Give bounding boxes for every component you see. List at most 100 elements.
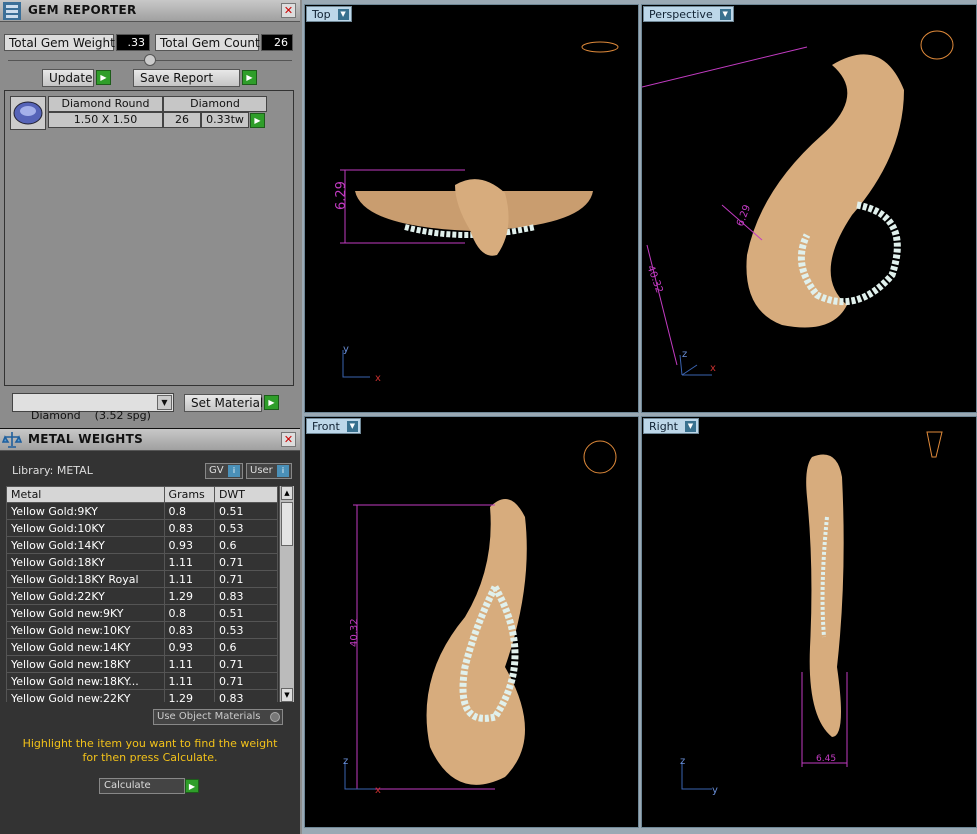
viewport-perspective-label[interactable]: Perspective ▼ [643,6,734,22]
total-gem-count-label: Total Gem Count [155,34,260,51]
scrollbar[interactable]: ▲ ▼ [279,486,294,702]
gem-row-go-icon[interactable]: ▶ [250,113,265,128]
table-row[interactable]: Yellow Gold new:18KY 1.11 0.71 [6,655,279,673]
dwt-cell: 0.53 [213,519,279,537]
gem-reporter-icon [3,2,21,20]
info-icon[interactable]: i [277,465,289,477]
radio-icon[interactable] [270,712,280,722]
library-label: Library: METAL [12,464,93,477]
viewport-right-label[interactable]: Right ▼ [643,418,699,434]
save-report-go-icon[interactable]: ▶ [242,70,257,85]
gem-count[interactable]: 26 [163,112,201,128]
dwt-cell: 0.83 [213,587,279,605]
grams-cell: 0.93 [163,638,215,656]
grams-cell: 0.8 [163,604,215,622]
viewport-top-name: Top [312,8,331,21]
gv-toggle[interactable]: GV i [205,463,243,479]
gem-list: Diamond Round Diamond 1.50 X 1.50 26 0.3… [4,90,294,386]
update-button[interactable]: Update [42,69,94,87]
metal-cell: Yellow Gold new:9KY [6,604,165,622]
gem-reporter-title: GEM REPORTER [28,3,137,17]
chevron-down-icon[interactable]: ▼ [346,421,358,432]
grams-cell: 0.83 [163,519,215,537]
set-material-go-icon[interactable]: ▶ [264,395,279,410]
close-icon[interactable]: ✕ [281,3,296,18]
user-toggle[interactable]: User i [246,463,292,479]
table-row[interactable]: Yellow Gold new:10KY 0.83 0.53 [6,621,279,639]
front-dimension: 40.32 [349,618,360,647]
axis-x-label: x [375,785,381,796]
table-row[interactable]: Yellow Gold:18KY Royal 1.11 0.71 [6,570,279,588]
viewport-front-label[interactable]: Front ▼ [306,418,361,434]
info-icon[interactable]: i [228,465,240,477]
table-row[interactable]: Yellow Gold:18KY 1.11 0.71 [6,553,279,571]
axis-z-label: z [343,756,348,767]
gem-name[interactable]: Diamond Round [48,96,163,112]
grams-cell: 1.11 [163,570,215,588]
set-material-button[interactable]: Set Material [184,394,263,412]
axis-x-label: x [710,363,716,374]
calculate-button[interactable]: Calculate [99,778,185,794]
gv-label: GV [209,465,224,476]
column-header-metal[interactable]: Metal [6,486,165,503]
table-row[interactable]: Yellow Gold new:22KY 1.29 0.83 [6,689,279,702]
diamond-thumbnail[interactable] [10,96,46,130]
save-report-button[interactable]: Save Report [133,69,240,87]
perspective-dimension: 6.29 [735,203,753,228]
gem-size[interactable]: 1.50 X 1.50 [48,112,163,128]
diamond-icon [13,101,43,125]
viewport-perspective[interactable]: 6.29 40.32 z x Perspective ▼ [641,4,977,413]
viewport-top-label[interactable]: Top ▼ [306,6,352,22]
metal-cell: Yellow Gold new:18KY [6,655,165,673]
chevron-down-icon[interactable]: ▼ [684,421,696,432]
axis-y-label: y [712,785,718,796]
viewport-perspective-name: Perspective [649,8,713,21]
table-row[interactable]: Yellow Gold new:18KY... 1.11 0.71 [6,672,279,690]
scroll-thumb[interactable] [281,502,293,546]
chevron-down-icon[interactable]: ▼ [719,9,731,20]
chevron-down-icon[interactable]: ▼ [157,395,172,410]
axis-x-label: x [375,373,381,384]
right-dimension: 6.45 [816,754,836,764]
grams-cell: 1.29 [163,689,215,702]
table-row[interactable]: Yellow Gold:14KY 0.93 0.6 [6,536,279,554]
scroll-up-icon[interactable]: ▲ [281,486,293,500]
left-panel: GEM REPORTER ✕ Total Gem Weight .33 Tota… [0,0,302,834]
column-header-dwt[interactable]: DWT [213,486,279,503]
metal-cell: Yellow Gold new:10KY [6,621,165,639]
viewport-front[interactable]: 40.32 z x Front ▼ [304,416,639,828]
table-row[interactable]: Yellow Gold:9KY 0.8 0.51 [6,502,279,520]
grams-cell: 1.29 [163,587,215,605]
table-row[interactable]: Yellow Gold:22KY 1.29 0.83 [6,587,279,605]
metal-weights-table: Metal Grams DWT Yellow Gold:9KY 0.8 0.51 Ye… [6,486,294,702]
dwt-cell: 0.71 [213,672,279,690]
gem-weight[interactable]: 0.33tw [201,112,249,128]
viewport-right[interactable]: 6.45 z y Right ▼ [641,416,977,828]
column-header-grams[interactable]: Grams [163,486,215,503]
dwt-cell: 0.6 [213,536,279,554]
viewport-top[interactable]: 6.29 y x Top ▼ [304,4,639,413]
metal-weights-titlebar: METAL WEIGHTS ✕ [0,429,300,451]
chevron-down-icon[interactable]: ▼ [337,9,349,20]
close-icon[interactable]: ✕ [281,432,296,447]
table-row[interactable]: Yellow Gold:10KY 0.83 0.53 [6,519,279,537]
material-select[interactable]: Diamond (3.52 spg) ▼ [12,393,174,422]
scroll-down-icon[interactable]: ▼ [281,688,293,702]
dwt-cell: 0.71 [213,655,279,673]
table-row[interactable]: Yellow Gold new:9KY 0.8 0.51 [6,604,279,622]
total-gem-weight-value: .33 [116,34,150,51]
calculate-go-icon[interactable]: ▶ [185,779,199,793]
update-go-icon[interactable]: ▶ [96,70,111,85]
metal-cell: Yellow Gold new:14KY [6,638,165,656]
use-object-materials-label: Use Object Materials [157,711,261,722]
splitter-handle[interactable] [144,54,156,66]
metal-cell: Yellow Gold new:18KY... [6,672,165,690]
grams-cell: 1.11 [163,672,215,690]
hint-text: Highlight the item you want to find the … [22,737,278,764]
metal-cell: Yellow Gold:18KY [6,553,165,571]
table-row[interactable]: Yellow Gold new:14KY 0.93 0.6 [6,638,279,656]
total-gem-weight-label: Total Gem Weight [4,34,115,51]
use-object-materials-checkbox[interactable]: Use Object Materials [153,709,283,725]
axis-y-label: y [343,344,349,355]
gem-material[interactable]: Diamond [163,96,267,112]
